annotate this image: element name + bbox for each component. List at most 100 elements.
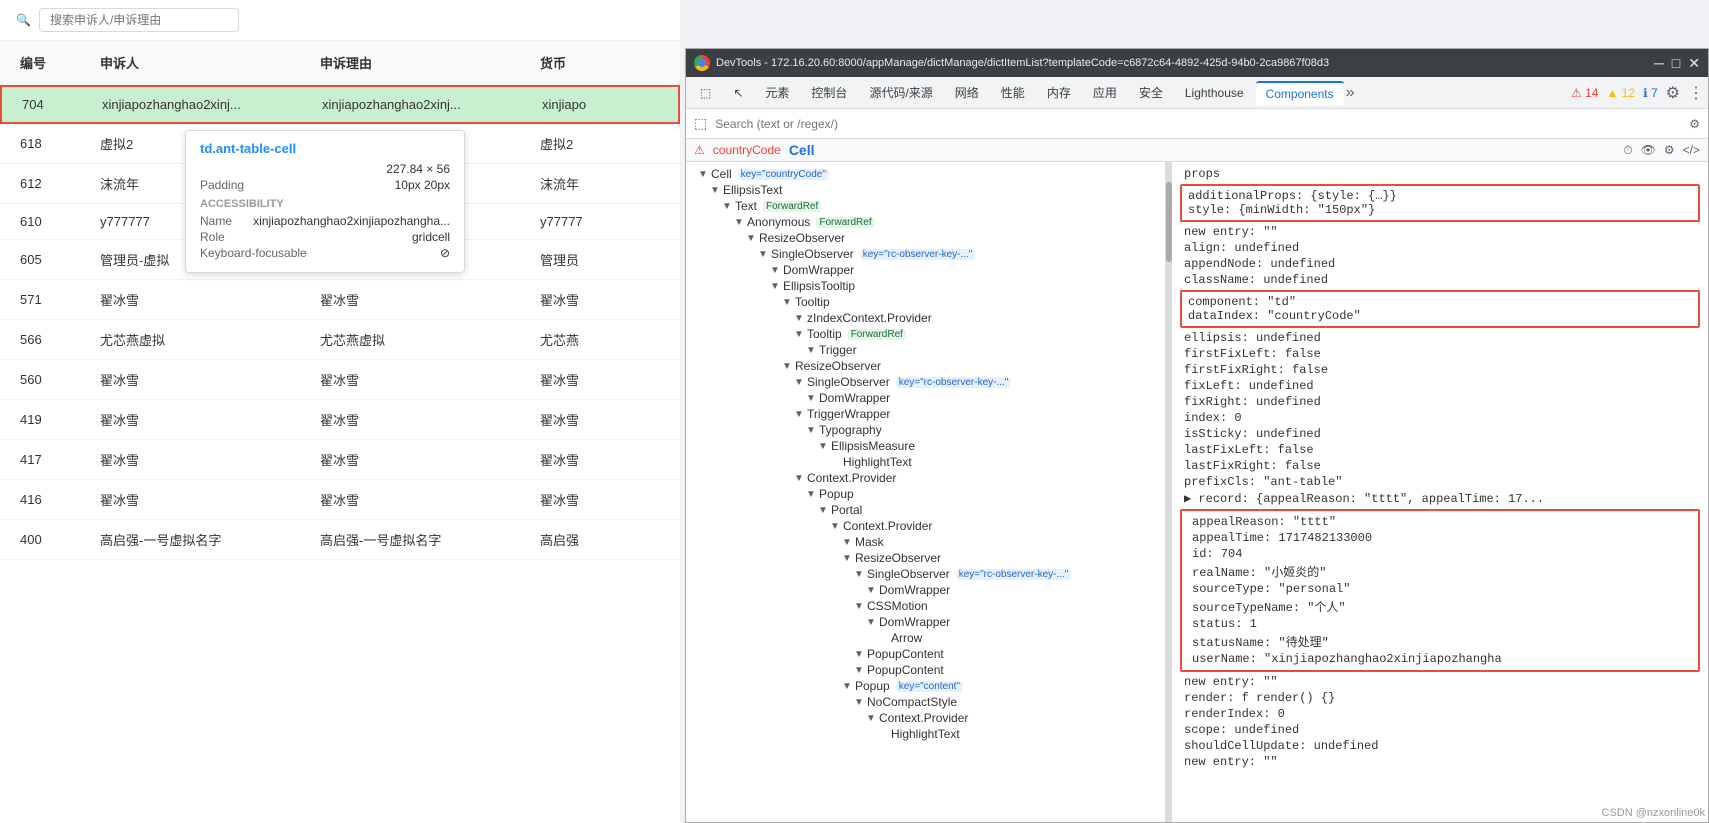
tree-arrow: ▼ xyxy=(818,441,828,452)
tree-item[interactable]: ▼Tooltip xyxy=(686,294,1165,310)
table-row[interactable]: 417 翟冰雪 翟冰雪 翟冰雪 xyxy=(0,440,680,480)
tree-item[interactable]: ▼EllipsisText xyxy=(686,182,1165,198)
tree-item[interactable]: ▼AnonymousForwardRef xyxy=(686,214,1165,230)
component-tag: key="content" xyxy=(896,681,963,692)
tooltip-role-value: gridcell xyxy=(412,230,450,244)
tree-item[interactable]: ▼Context.Provider xyxy=(686,518,1165,534)
tab-cursor[interactable]: ⬚ xyxy=(690,82,721,104)
tree-item[interactable]: ▼EllipsisMeasure xyxy=(686,438,1165,454)
tree-item[interactable]: ▼DomWrapper xyxy=(686,262,1165,278)
cell-currency: 高启强 xyxy=(520,520,680,559)
tab-elements[interactable]: 元素 xyxy=(755,80,799,105)
devtools-controls: ─ □ ✕ xyxy=(1654,55,1700,72)
component-name: EllipsisMeasure xyxy=(831,439,915,453)
more-options-icon[interactable]: ⋮ xyxy=(1688,83,1704,103)
tree-item[interactable]: ▼Context.Provider xyxy=(686,710,1165,726)
component-name: zIndexContext.Provider xyxy=(807,311,932,325)
tab-memory[interactable]: 内存 xyxy=(1037,80,1081,105)
tab-network[interactable]: 网络 xyxy=(945,80,989,105)
tree-item[interactable]: ▼EllipsisTooltip xyxy=(686,278,1165,294)
tree-item[interactable]: ▼Typography xyxy=(686,422,1165,438)
devtools-content: ▼Cellkey="countryCode"▼EllipsisText▼Text… xyxy=(686,162,1708,822)
tree-item[interactable]: ▼ResizeObserver xyxy=(686,230,1165,246)
col-header-name: 申诉人 xyxy=(80,49,300,76)
record-detail-row: sourceType: "personal" xyxy=(1188,581,1692,597)
tree-item[interactable]: Arrow xyxy=(686,630,1165,646)
component-name: PopupContent xyxy=(867,663,944,677)
table-row[interactable]: 704 xinjiapozhanghao2xinj... xinjiapozha… xyxy=(0,85,680,124)
maximize-button[interactable]: □ xyxy=(1672,55,1680,71)
tree-item[interactable]: ▼TooltipForwardRef xyxy=(686,326,1165,342)
search-settings-icon[interactable]: ⚙ xyxy=(1689,117,1700,131)
tree-item[interactable]: ▼CSSMotion xyxy=(686,598,1165,614)
tab-components[interactable]: Components xyxy=(1256,81,1344,105)
tree-item[interactable]: ▼NoCompactStyle xyxy=(686,694,1165,710)
tooltip-keyboard-row: Keyboard-focusable ⊘ xyxy=(200,246,450,260)
tab-performance[interactable]: 性能 xyxy=(991,80,1035,105)
tab-application[interactable]: 应用 xyxy=(1083,80,1127,105)
table-row[interactable]: 566 尤芯燕虚拟 尤芯燕虚拟 尤芯燕 xyxy=(0,320,680,360)
settings-icon[interactable]: ⚙ xyxy=(1666,83,1680,103)
tree-item[interactable]: ▼DomWrapper xyxy=(686,390,1165,406)
record-detail-row: status: 1 xyxy=(1188,616,1692,632)
tree-item[interactable]: ▼SingleObserverkey="rc-observer-key-..." xyxy=(686,246,1165,262)
tree-item[interactable]: ▼zIndexContext.Provider xyxy=(686,310,1165,326)
table-row[interactable]: 419 翟冰雪 翟冰雪 翟冰雪 xyxy=(0,400,680,440)
more-tabs-button[interactable]: » xyxy=(1346,84,1355,102)
tree-item[interactable]: ▼Trigger xyxy=(686,342,1165,358)
tab-sources[interactable]: 源代码/来源 xyxy=(859,80,942,105)
table-row[interactable]: 400 高启强-一号虚拟名字 高启强-一号虚拟名字 高启强 xyxy=(0,520,680,560)
tree-item[interactable]: ▼DomWrapper xyxy=(686,582,1165,598)
tab-console[interactable]: 控制台 xyxy=(801,80,857,105)
tree-item[interactable]: HighlightText xyxy=(686,726,1165,742)
tree-item[interactable]: ▼Mask xyxy=(686,534,1165,550)
tree-item[interactable]: ▼Context.Provider xyxy=(686,470,1165,486)
eye-icon[interactable]: 👁 xyxy=(1641,143,1656,158)
cell-reason: 尤芯燕虚拟 xyxy=(300,320,520,359)
source-icon[interactable]: </> xyxy=(1683,143,1700,158)
tree-arrow: ▼ xyxy=(806,489,816,500)
tooltip-name-label: Name xyxy=(200,214,232,228)
tree-item[interactable]: ▼SingleObserverkey="rc-observer-key-..." xyxy=(686,374,1165,390)
table-row[interactable]: 571 翟冰雪 翟冰雪 翟冰雪 xyxy=(0,280,680,320)
settings2-icon[interactable]: ⚙ xyxy=(1664,143,1675,158)
tree-item[interactable]: ▼DomWrapper xyxy=(686,614,1165,630)
record-detail-row: appealReason: "tttt" xyxy=(1188,514,1692,530)
tree-item[interactable]: HighlightText xyxy=(686,454,1165,470)
tab-security[interactable]: 安全 xyxy=(1129,80,1173,105)
prop-row: shouldCellUpdate: undefined xyxy=(1172,738,1708,754)
time-icon[interactable]: ⏱ xyxy=(1623,143,1632,158)
component-name: EllipsisTooltip xyxy=(783,279,855,293)
tree-item[interactable]: ▼Popupkey="content" xyxy=(686,678,1165,694)
prop-row: align: undefined xyxy=(1172,240,1708,256)
cell-id: 416 xyxy=(0,482,80,517)
minimize-button[interactable]: ─ xyxy=(1654,55,1664,71)
component-name: EllipsisText xyxy=(723,183,782,197)
tree-item[interactable]: ▼Popup xyxy=(686,486,1165,502)
tree-item[interactable]: ▼SingleObserverkey="rc-observer-key-..." xyxy=(686,566,1165,582)
tab-lighthouse[interactable]: Lighthouse xyxy=(1175,82,1254,104)
tab-pointer[interactable]: ↖ xyxy=(723,82,753,104)
search-input[interactable] xyxy=(39,8,239,32)
cell-currency: 尤芯燕 xyxy=(520,320,680,359)
tree-item[interactable]: ▼ResizeObserver xyxy=(686,358,1165,374)
cursor-icon[interactable]: ⬚ xyxy=(694,115,707,132)
close-button[interactable]: ✕ xyxy=(1688,55,1700,72)
devtools-search-input[interactable] xyxy=(715,117,1681,131)
tree-item[interactable]: ▼Cellkey="countryCode" xyxy=(686,166,1165,182)
component-tag: key="rc-observer-key-..." xyxy=(860,249,976,260)
tree-item[interactable]: ▼TriggerWrapper xyxy=(686,406,1165,422)
secondary-error-icon: ⚠ xyxy=(694,143,705,157)
tree-arrow: ▼ xyxy=(794,473,804,484)
tree-item[interactable]: ▼ResizeObserver xyxy=(686,550,1165,566)
table-row[interactable]: 416 翟冰雪 翟冰雪 翟冰雪 xyxy=(0,480,680,520)
tree-item[interactable]: ▼Portal xyxy=(686,502,1165,518)
prop-row: new entry: "" xyxy=(1172,754,1708,770)
tree-item[interactable]: ▼PopupContent xyxy=(686,662,1165,678)
tree-scrollbar[interactable] xyxy=(1166,162,1172,822)
record-detail-row: realName: "小姬炎的" xyxy=(1188,562,1692,581)
table-row[interactable]: 560 翟冰雪 翟冰雪 翟冰雪 xyxy=(0,360,680,400)
tree-item[interactable]: ▼TextForwardRef xyxy=(686,198,1165,214)
tree-item[interactable]: ▼PopupContent xyxy=(686,646,1165,662)
tree-scrollbar-thumb[interactable] xyxy=(1166,182,1172,262)
